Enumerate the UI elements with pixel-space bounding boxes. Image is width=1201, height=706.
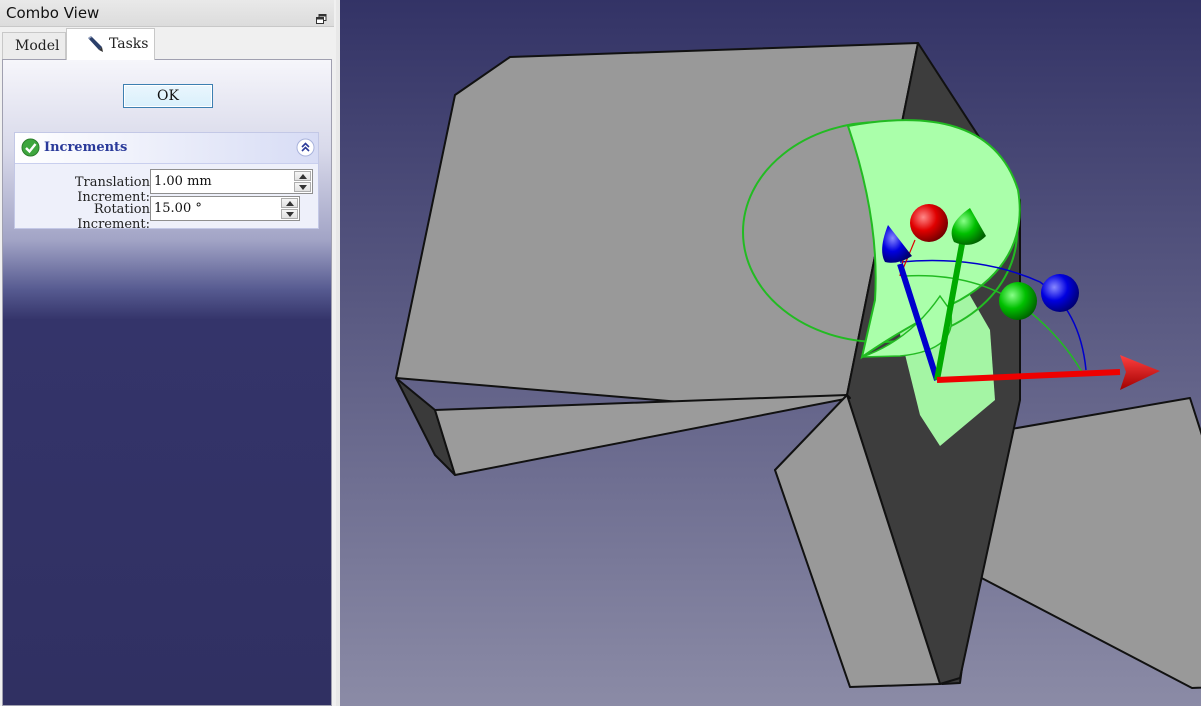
collapse-icon[interactable] bbox=[296, 138, 315, 157]
translation-increment-value[interactable]: 1.00 mm bbox=[154, 174, 212, 189]
combo-view-titlebar: Combo View bbox=[0, 0, 334, 27]
increments-box: Increments Translation Increment: 1.00 m… bbox=[14, 132, 319, 232]
task-pane: OK Increments Translation Increment: 1.0… bbox=[2, 59, 332, 706]
rotation-increment-label: Rotation Increment: bbox=[77, 202, 150, 232]
3d-scene[interactable] bbox=[340, 0, 1201, 706]
translation-increment-label: Translation Increment: bbox=[74, 175, 150, 205]
rotation-increment-down-arrow[interactable] bbox=[281, 209, 298, 219]
combo-view-title: Combo View bbox=[6, 4, 100, 22]
tab-tasks-label: Tasks bbox=[109, 36, 149, 52]
rotation-increment-up-arrow[interactable] bbox=[281, 198, 298, 208]
translation-increment-up-arrow[interactable] bbox=[294, 171, 311, 181]
tab-model-label: Model bbox=[15, 38, 60, 54]
ok-button[interactable]: OK bbox=[123, 84, 213, 108]
3d-viewport[interactable] bbox=[340, 0, 1201, 706]
increments-header: Increments bbox=[15, 133, 318, 164]
rotation-sphere-blue[interactable] bbox=[1041, 274, 1079, 312]
tab-tasks[interactable]: Tasks bbox=[66, 28, 155, 60]
rotation-sphere-green[interactable] bbox=[999, 282, 1037, 320]
tab-model[interactable]: Model bbox=[2, 32, 66, 59]
check-icon bbox=[21, 138, 40, 157]
float-dock-icon[interactable] bbox=[316, 9, 327, 24]
pencil-icon bbox=[85, 35, 104, 54]
part-top-face bbox=[395, 42, 919, 411]
rotation-increment-spinbox[interactable]: 15.00 ° bbox=[150, 196, 300, 221]
translation-increment-down-arrow[interactable] bbox=[294, 182, 311, 192]
rotation-increment-value[interactable]: 15.00 ° bbox=[154, 201, 202, 216]
combo-view-panel: Combo View Model Tasks OK Increments Tra… bbox=[0, 0, 336, 706]
translation-increment-spinbox[interactable]: 1.00 mm bbox=[150, 169, 313, 194]
combo-view-tabbar: Model Tasks bbox=[0, 26, 336, 60]
increments-title: Increments bbox=[44, 140, 128, 155]
rotation-sphere-red[interactable] bbox=[910, 204, 948, 242]
